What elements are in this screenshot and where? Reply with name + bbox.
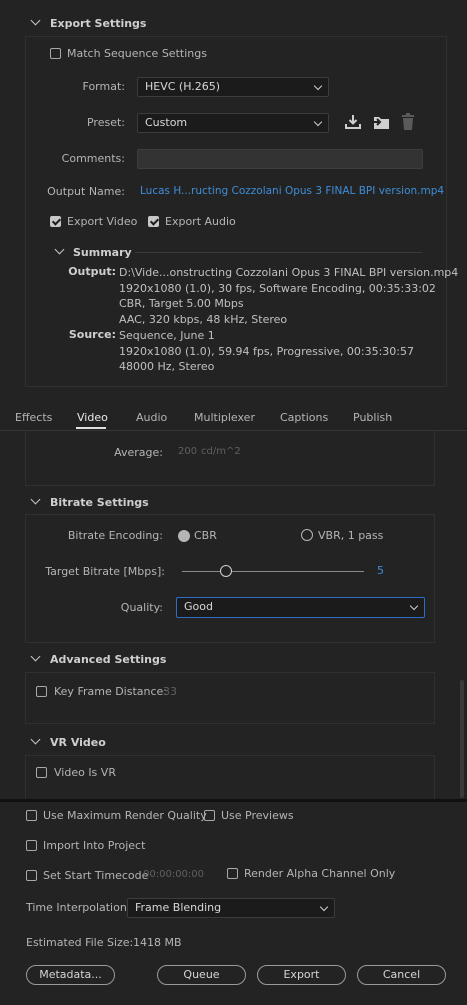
export-settings-title: Export Settings: [50, 17, 147, 30]
use-previews-checkbox[interactable]: [204, 810, 215, 821]
output-line: CBR, Target 5.00 Mbps: [119, 297, 244, 310]
scrollbar-thumb[interactable]: [460, 680, 464, 798]
video-is-vr-checkbox[interactable]: [36, 767, 47, 778]
vr-collapse-icon[interactable]: [30, 734, 41, 745]
export-audio-label: Export Audio: [165, 215, 236, 228]
preset-value: Custom: [145, 116, 188, 129]
advanced-panel: [25, 672, 435, 724]
time-interp-label: Time Interpolation:: [26, 901, 131, 914]
start-tc-value: 00:00:00:00: [143, 869, 205, 880]
max-render-checkbox[interactable]: [26, 810, 37, 821]
tab-captions[interactable]: Captions: [280, 411, 328, 424]
time-interp-select[interactable]: Frame Blending: [127, 898, 335, 918]
cancel-button[interactable]: Cancel: [357, 965, 446, 985]
delete-preset-icon[interactable]: [400, 113, 416, 131]
key-frame-checkbox[interactable]: [36, 686, 47, 697]
export-video-label: Export Video: [67, 215, 138, 228]
output-label: Output:: [68, 265, 116, 278]
target-bitrate-value[interactable]: 5: [377, 564, 384, 577]
set-start-tc-checkbox[interactable]: [26, 870, 37, 881]
match-sequence-checkbox[interactable]: [50, 48, 61, 59]
summary-divider: [135, 252, 422, 253]
max-render-label: Use Maximum Render Quality: [43, 809, 207, 822]
target-bitrate-label: Target Bitrate [Mbps]:: [45, 565, 165, 578]
tab-publish[interactable]: Publish: [353, 411, 392, 424]
export-button[interactable]: Export: [257, 965, 346, 985]
export-video-checkbox[interactable]: [50, 216, 61, 227]
comments-label: Comments:: [61, 152, 125, 165]
slider-handle[interactable]: [219, 565, 232, 577]
save-preset-icon[interactable]: [344, 114, 362, 130]
video-is-vr-label: Video Is VR: [54, 766, 116, 779]
comments-input[interactable]: [137, 149, 423, 169]
match-sequence-label: Match Sequence Settings: [67, 47, 207, 60]
source-line: Sequence, June 1: [119, 329, 215, 342]
tab-audio[interactable]: Audio: [136, 411, 167, 424]
source-summary: Sequence, June 1 1920x1080 (1.0), 59.94 …: [119, 328, 414, 375]
average-value: 200: [178, 446, 198, 457]
quality-select[interactable]: Good: [176, 597, 425, 618]
tab-video[interactable]: Video: [77, 411, 108, 424]
set-start-tc-label: Set Start Timecode: [43, 869, 149, 882]
target-bitrate-slider[interactable]: [182, 565, 364, 577]
key-frame-label: Key Frame Distance:: [54, 685, 168, 698]
summary-title: Summary: [73, 246, 132, 259]
advanced-collapse-icon[interactable]: [30, 651, 41, 662]
render-alpha-checkbox[interactable]: [227, 868, 238, 879]
preset-label: Preset:: [86, 116, 125, 129]
bitrate-title: Bitrate Settings: [50, 496, 149, 509]
quality-label: Quality:: [120, 601, 163, 614]
quality-value: Good: [184, 600, 213, 613]
est-size-value: 1418 MB: [133, 936, 182, 949]
bitrate-encoding-label: Bitrate Encoding:: [67, 529, 163, 542]
bottom-divider: [0, 799, 467, 802]
chevron-down-icon: [313, 117, 323, 127]
advanced-title: Advanced Settings: [50, 653, 167, 666]
bitrate-collapse-icon[interactable]: [30, 494, 41, 505]
format-value: HEVC (H.265): [145, 80, 221, 93]
key-frame-value: 33: [163, 685, 177, 698]
preset-select[interactable]: Custom: [137, 113, 329, 133]
vbr-label: VBR, 1 pass: [318, 529, 384, 542]
output-line: 1920x1080 (1.0), 30 fps, Software Encodi…: [119, 281, 436, 295]
chevron-down-icon: [313, 81, 323, 91]
output-summary: D:\Vide...onstructing Cozzolani Opus 3 F…: [119, 265, 458, 327]
time-interp-value: Frame Blending: [135, 901, 222, 914]
tab-effects[interactable]: Effects: [15, 411, 52, 424]
output-name-label: Output Name:: [47, 185, 125, 198]
output-name-link[interactable]: Lucas H...ructing Cozzolani Opus 3 FINAL…: [140, 185, 444, 197]
metadata-button[interactable]: Metadata...: [26, 965, 115, 985]
average-unit: cd/m^2: [201, 446, 241, 457]
cbr-radio[interactable]: [178, 530, 190, 542]
source-line: 1920x1080 (1.0), 59.94 fps, Progressive,…: [119, 344, 415, 358]
vbr-radio[interactable]: [301, 529, 313, 541]
vr-title: VR Video: [50, 736, 106, 749]
chevron-down-icon: [409, 601, 419, 611]
average-label: Average:: [114, 446, 163, 459]
export-settings-collapse-icon[interactable]: [30, 15, 41, 26]
export-audio-checkbox[interactable]: [148, 216, 159, 227]
use-previews-label: Use Previews: [221, 809, 294, 822]
queue-button[interactable]: Queue: [157, 965, 246, 985]
output-line: AAC, 320 kbps, 48 kHz, Stereo: [119, 312, 288, 326]
source-line: 48000 Hz, Stereo: [119, 360, 215, 373]
render-alpha-label: Render Alpha Channel Only: [244, 867, 396, 880]
format-select[interactable]: HEVC (H.265): [137, 77, 329, 97]
import-project-checkbox[interactable]: [26, 840, 37, 851]
import-project-label: Import Into Project: [43, 839, 146, 852]
format-label: Format:: [82, 80, 125, 93]
source-label: Source:: [68, 328, 116, 341]
output-line: D:\Vide...onstructing Cozzolani Opus 3 F…: [119, 266, 459, 279]
cbr-label: CBR: [194, 529, 217, 542]
chevron-down-icon: [319, 902, 329, 912]
import-preset-icon[interactable]: [371, 114, 391, 130]
tab-video-underline: [76, 427, 106, 429]
est-size-label: Estimated File Size:: [26, 936, 134, 949]
tab-multiplexer[interactable]: Multiplexer: [194, 411, 255, 424]
